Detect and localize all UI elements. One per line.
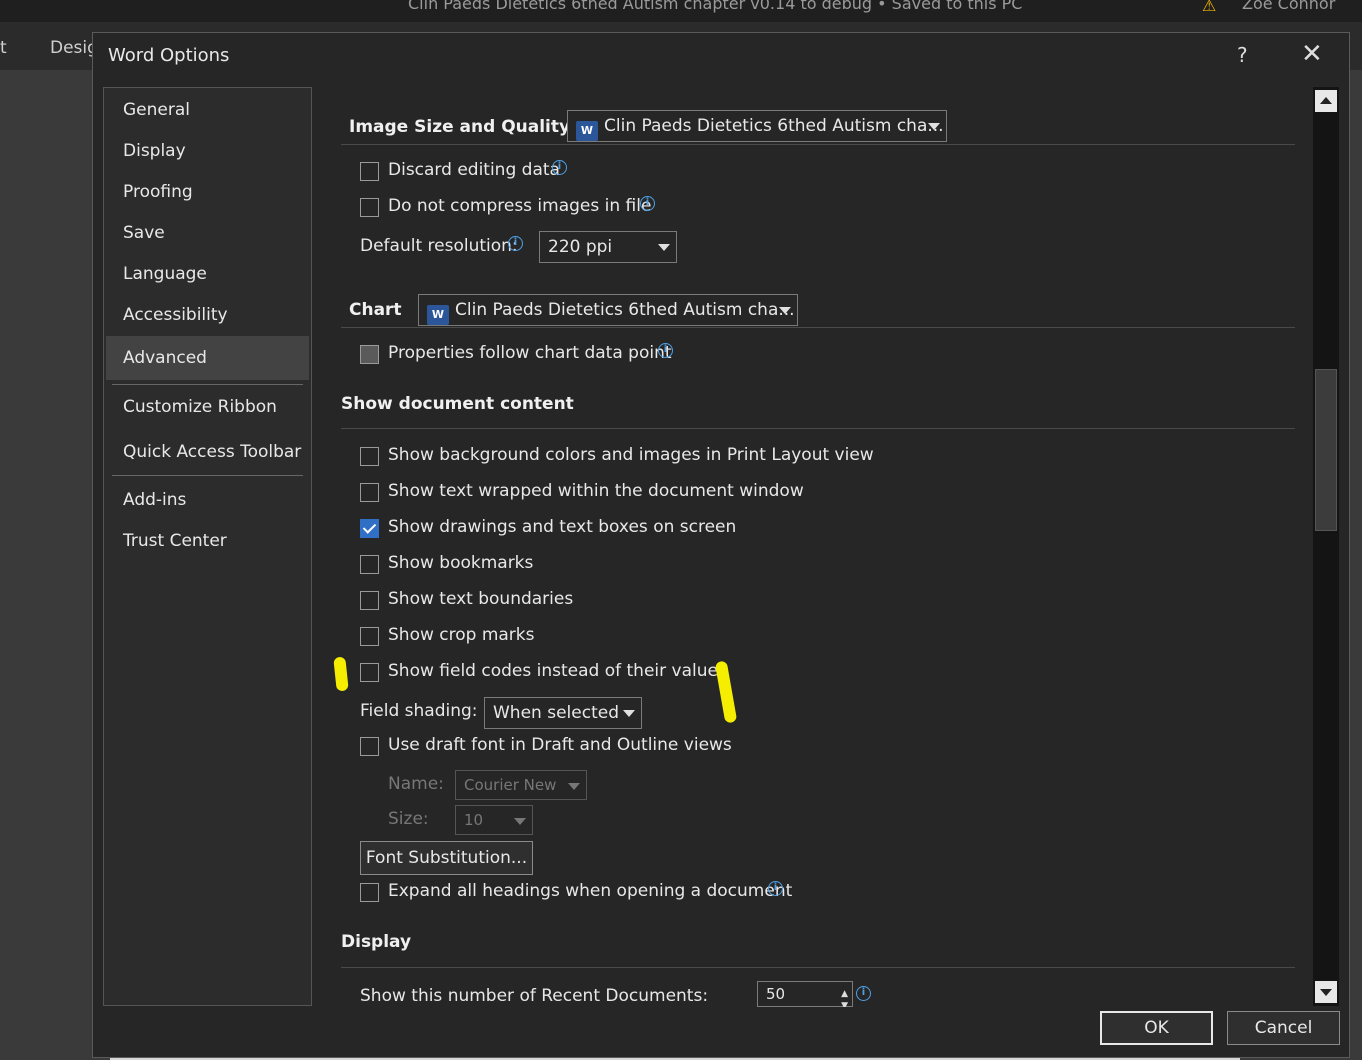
chevron-down-icon xyxy=(514,818,526,825)
ribbon-tab-design[interactable]: Desig xyxy=(50,38,98,58)
display-heading: Display xyxy=(341,932,412,952)
show-background-colors-label: Show background colors and images in Pri… xyxy=(388,445,874,465)
show-background-colors-checkbox[interactable] xyxy=(360,447,379,466)
nav-item-advanced[interactable]: Advanced xyxy=(106,336,309,380)
font-name-dropdown: Courier New xyxy=(455,770,587,800)
nav-item-general[interactable]: General xyxy=(104,88,311,132)
show-crop-marks-label: Show crop marks xyxy=(388,625,535,645)
font-size-dropdown: 10 xyxy=(455,805,533,835)
user-name[interactable]: Zoe Connor xyxy=(1242,0,1335,13)
nav-item-accessibility[interactable]: Accessibility xyxy=(104,293,311,337)
discard-editing-label: Discard editing data xyxy=(388,160,560,180)
show-field-codes-checkbox[interactable] xyxy=(360,663,379,682)
show-text-boundaries-label: Show text boundaries xyxy=(388,589,574,609)
show-drawings-checkbox[interactable] xyxy=(360,519,379,538)
chevron-down-icon xyxy=(928,123,940,130)
document-title: Clin Paeds Dietetics 6thed Autism chapte… xyxy=(408,0,1023,13)
discard-editing-checkbox[interactable] xyxy=(360,162,379,181)
options-nav: General Display Proofing Save Language A… xyxy=(103,87,312,1006)
nav-item-save[interactable]: Save xyxy=(104,211,311,255)
dialog-title: Word Options xyxy=(108,45,230,66)
spin-down-icon[interactable]: ▼ xyxy=(841,994,848,1007)
image-size-document-dropdown[interactable]: W Clin Paeds Dietetics 6thed Autism cha..… xyxy=(567,110,947,142)
properties-follow-label: Properties follow chart data point xyxy=(388,343,672,363)
chevron-down-icon xyxy=(658,244,670,251)
nav-item-language[interactable]: Language xyxy=(104,252,311,296)
word-doc-icon: W xyxy=(576,121,602,141)
section-rule xyxy=(341,967,1295,968)
recent-documents-spinner[interactable]: 50 ▲ ▼ xyxy=(757,981,853,1007)
chart-document-dropdown[interactable]: W Clin Paeds Dietetics 6thed Autism cha..… xyxy=(418,294,798,326)
word-doc-icon: W xyxy=(427,305,453,325)
show-field-codes-label: Show field codes instead of their values xyxy=(388,661,727,681)
chart-heading: Chart xyxy=(349,300,402,320)
word-options-dialog: Word Options ? ✕ General Display Proofin… xyxy=(92,32,1350,1058)
show-bookmarks-label: Show bookmarks xyxy=(388,553,534,573)
nav-item-add-ins[interactable]: Add-ins xyxy=(104,478,311,522)
field-shading-dropdown[interactable]: When selected xyxy=(484,697,642,729)
show-crop-marks-checkbox[interactable] xyxy=(360,627,379,646)
scroll-down-icon[interactable] xyxy=(1315,981,1337,1003)
show-text-boundaries-checkbox[interactable] xyxy=(360,591,379,610)
scroll-up-icon[interactable] xyxy=(1315,90,1337,112)
draft-font-checkbox[interactable] xyxy=(360,737,379,756)
ribbon-tab-partial[interactable]: t xyxy=(0,38,7,58)
info-icon[interactable]: i xyxy=(658,343,673,358)
chevron-down-icon xyxy=(779,307,791,314)
info-icon[interactable]: i xyxy=(508,236,523,251)
draft-font-label: Use draft font in Draft and Outline view… xyxy=(388,735,732,755)
scroll-thumb[interactable] xyxy=(1315,369,1337,531)
properties-follow-checkbox[interactable] xyxy=(360,345,379,364)
section-rule xyxy=(341,428,1295,429)
do-not-compress-checkbox[interactable] xyxy=(360,198,379,217)
cancel-button[interactable]: Cancel xyxy=(1227,1011,1340,1045)
chevron-down-icon xyxy=(623,710,635,717)
nav-item-trust-center[interactable]: Trust Center xyxy=(104,519,311,563)
show-drawings-label: Show drawings and text boxes on screen xyxy=(388,517,737,537)
show-text-wrapped-label: Show text wrapped within the document wi… xyxy=(388,481,804,501)
info-icon[interactable]: i xyxy=(640,196,655,211)
section-rule xyxy=(341,327,1295,328)
nav-item-display[interactable]: Display xyxy=(104,129,311,173)
info-icon[interactable]: i xyxy=(768,881,783,896)
content-scrollbar[interactable] xyxy=(1313,87,1339,1006)
do-not-compress-label: Do not compress images in file xyxy=(388,196,652,216)
font-substitution-button[interactable]: Font Substitution... xyxy=(360,841,533,875)
close-button[interactable]: ✕ xyxy=(1301,39,1323,69)
expand-headings-checkbox[interactable] xyxy=(360,883,379,902)
field-shading-label: Field shading: xyxy=(360,701,478,721)
section-rule xyxy=(341,144,1295,145)
info-icon[interactable]: i xyxy=(856,986,871,1001)
nav-item-proofing[interactable]: Proofing xyxy=(104,170,311,214)
chevron-down-icon xyxy=(568,783,580,790)
advanced-options-content: Image Size and Quality W Clin Paeds Diete… xyxy=(333,87,1303,1007)
warning-icon[interactable]: ⚠ xyxy=(1202,0,1224,15)
image-size-heading: Image Size and Quality xyxy=(349,117,571,137)
nav-separator xyxy=(112,475,303,476)
nav-item-quick-access-toolbar[interactable]: Quick Access Toolbar xyxy=(104,430,311,474)
info-icon[interactable]: i xyxy=(552,160,567,175)
font-name-label: Name: xyxy=(388,774,444,794)
word-title-bar: Clin Paeds Dietetics 6thed Autism chapte… xyxy=(0,0,1362,22)
expand-headings-label: Expand all headings when opening a docum… xyxy=(388,881,793,901)
default-resolution-label: Default resolution: xyxy=(360,236,518,256)
show-bookmarks-checkbox[interactable] xyxy=(360,555,379,574)
recent-documents-label: Show this number of Recent Documents: xyxy=(360,986,709,1006)
ok-button[interactable]: OK xyxy=(1100,1011,1213,1045)
default-resolution-dropdown[interactable]: 220 ppi xyxy=(539,231,677,263)
font-size-label: Size: xyxy=(388,809,429,829)
nav-item-customize-ribbon[interactable]: Customize Ribbon xyxy=(104,385,311,429)
show-content-heading: Show document content xyxy=(341,394,574,414)
show-text-wrapped-checkbox[interactable] xyxy=(360,483,379,502)
help-button[interactable]: ? xyxy=(1237,43,1248,67)
